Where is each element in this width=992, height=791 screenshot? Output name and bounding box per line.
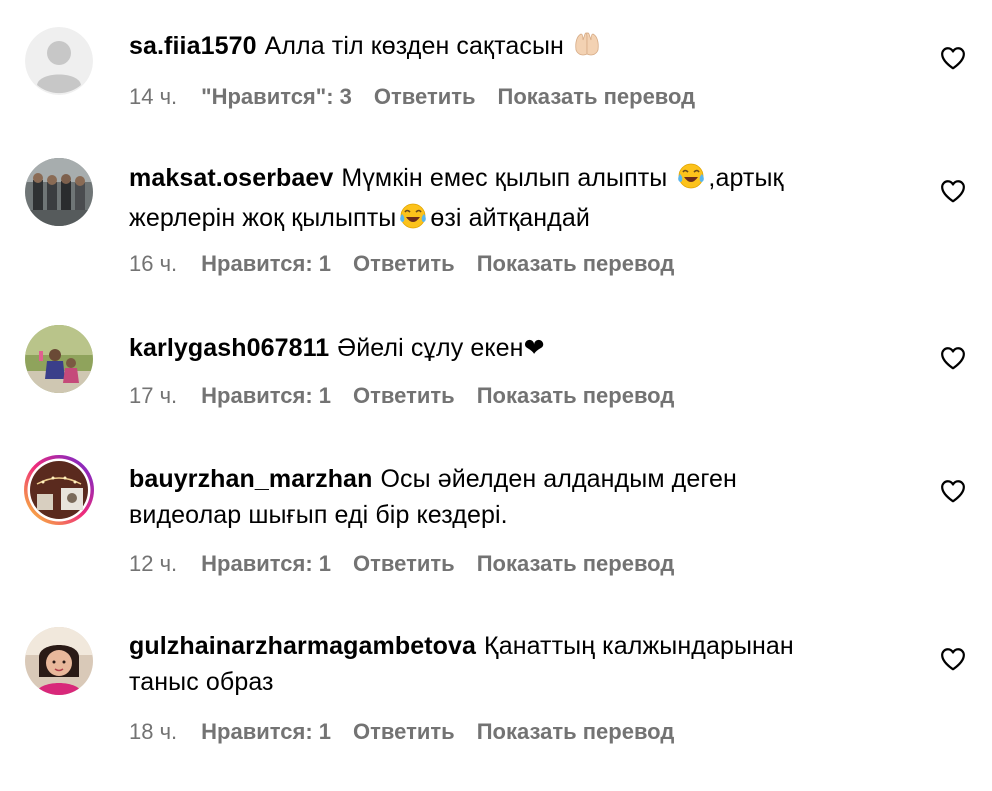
comment-meta: 14 ч. "Нравится": 3 Ответить Показать перев… [129,83,717,111]
avatar[interactable] [25,627,93,695]
comment-message-line2: жерлерін жоқ қылыпты [129,204,397,232]
heart-outline-icon[interactable] [940,179,966,203]
comment-body: maksat.oserbaev Мүмкін емес қылып алыпты … [129,160,919,276]
comment-message-line2: видеолар шығып еді бір кездері. [129,501,508,529]
comment-message-line2: таныс образ [129,668,274,696]
comment-meta: 18 ч. Нравится: 1 Ответить Показать перевод [129,718,696,746]
show-translation-button[interactable]: Показать перевод [477,719,675,744]
comment-message: Әйелі сұлу екен❤ [337,334,545,362]
comment-text: sa.fiia1570 Алла тіл көзден сақтасын [129,28,919,68]
reply-button[interactable]: Ответить [353,719,455,744]
heart-outline-icon[interactable] [940,647,966,671]
tears-of-joy-emoji-icon [398,202,428,240]
comment-text: bauyrzhan_marzhan Осы әйелден алдандым де… [129,461,919,533]
heart-outline-icon[interactable] [940,479,966,503]
comment-time[interactable]: 12 ч. [129,551,177,576]
comment-meta: 17 ч. Нравится: 1 Ответить Показать перевод [129,382,696,410]
reply-button[interactable]: Ответить [353,383,455,408]
show-translation-button[interactable]: Показать перевод [477,251,675,276]
reply-button[interactable]: Ответить [353,551,455,576]
comment-username[interactable]: bauyrzhan_marzhan [129,465,372,493]
comment-username[interactable]: karlygash067811 [129,334,329,362]
comment-text: karlygash067811 Әйелі сұлу екен❤ [129,330,919,366]
avatar[interactable] [25,27,93,95]
reply-button[interactable]: Ответить [374,84,476,109]
show-translation-button[interactable]: Показать перевод [477,551,675,576]
comment-text: gulzhainarzharmagambetova Қанаттың калжын… [129,628,919,700]
comment-message: Алла тіл көзден сақтасын [264,32,564,60]
comment-meta: 16 ч. Нравится: 1 Ответить Показать перевод [129,250,696,278]
tears-of-joy-emoji-icon [676,162,706,200]
comment-likes-count[interactable]: Нравится: 1 [201,251,331,276]
show-translation-button[interactable]: Показать перевод [498,84,696,109]
comment-username[interactable]: sa.fiia1570 [129,32,257,60]
comment-message: Осы әйелден алдандым деген [380,465,737,493]
raised-hands-emoji-icon [573,30,601,68]
comment-text: maksat.oserbaev Мүмкін емес қылып алыпты … [129,160,919,240]
heart-outline-icon[interactable] [940,46,966,70]
comment-message-cont: ,артық [708,164,784,192]
comment-body: gulzhainarzharmagambetova Қанаттың калжын… [129,628,919,744]
comment-time[interactable]: 17 ч. [129,383,177,408]
avatar[interactable] [25,158,93,226]
avatar-story-ring[interactable] [23,454,95,526]
comment-body: sa.fiia1570 Алла тіл көзден сақтасын 14 ч… [129,28,919,109]
comment-time[interactable]: 18 ч. [129,719,177,744]
avatar[interactable] [25,325,93,393]
show-translation-button[interactable]: Показать перевод [477,383,675,408]
comment-username[interactable]: gulzhainarzharmagambetova [129,632,476,660]
comment-message: Мүмкін емес қылып алыпты [341,164,668,192]
comment-likes-count[interactable]: Нравится: 1 [201,383,331,408]
comment-time[interactable]: 16 ч. [129,251,177,276]
reply-button[interactable]: Ответить [353,251,455,276]
comment-meta: 12 ч. Нравится: 1 Ответить Показать перевод [129,550,696,578]
comment-likes-count[interactable]: Нравится: 1 [201,719,331,744]
comment-body: bauyrzhan_marzhan Осы әйелден алдандым де… [129,461,919,576]
comment-likes-count[interactable]: "Нравится": 3 [201,84,352,109]
comment-time[interactable]: 14 ч. [129,84,177,109]
heart-outline-icon[interactable] [940,346,966,370]
comment-username[interactable]: maksat.oserbaev [129,164,333,192]
comment-likes-count[interactable]: Нравится: 1 [201,551,331,576]
comment-message-line2-cont: өзі айтқандай [430,204,590,232]
comment-message: Қанаттың калжындарынан [484,632,794,660]
comment-body: karlygash067811 Әйелі сұлу екен❤ 17 ч. Нра… [129,330,919,408]
